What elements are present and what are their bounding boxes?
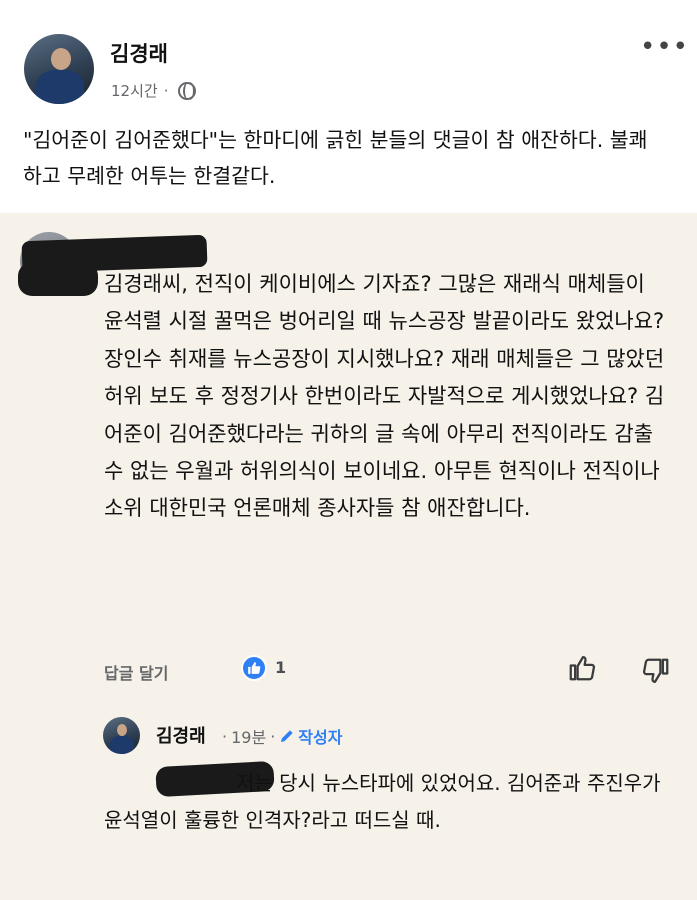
thumbs-down-icon[interactable] [641, 656, 671, 686]
post-author-name[interactable]: 김경래 [110, 38, 168, 68]
reply-text: 저는 당시 뉴스타파에 있었어요. 김어준과 주진우가 윤석열이 훌륭한 인격자… [104, 771, 661, 832]
like-count: 1 [275, 658, 287, 677]
reply-author-name[interactable]: 김경래 [156, 722, 206, 748]
reply-separator-2: · [270, 726, 276, 746]
reply-button[interactable]: 답글 달기 [104, 660, 168, 684]
reply-time[interactable]: 19분 [231, 724, 266, 748]
post-text: "김어준이 김어준했다"는 한마디에 긁힌 분들의 댓글이 참 애잔하다. 불쾌… [23, 128, 648, 188]
post-author-avatar[interactable] [24, 34, 94, 104]
globe-icon [178, 81, 197, 100]
reply-meta: · 19분 · 작성자 [222, 724, 342, 748]
post-meta: 12시간 · [111, 80, 197, 101]
reply-author-avatar[interactable] [103, 717, 140, 754]
meta-separator: · [163, 81, 169, 100]
redacted-commenter-avatar [18, 262, 98, 296]
reply-separator: · [222, 726, 228, 746]
like-reaction-icon[interactable] [241, 655, 267, 681]
author-badge-label: 작성자 [298, 728, 343, 747]
post-card: 김경래 12시간 · ••• "김어준이 김어준했다"는 한마디에 긁힌 분들의… [0, 0, 697, 213]
pencil-icon [281, 730, 293, 742]
thumbs-up-icon[interactable] [567, 653, 597, 683]
author-badge: 작성자 [279, 724, 342, 748]
comment-text: 김경래씨, 전직이 케이비에스 기자죠? 그많은 재래식 매체들이 윤석렬 시절… [104, 272, 665, 521]
post-time[interactable]: 12시간 [111, 80, 158, 101]
more-options-icon[interactable]: ••• [640, 34, 689, 60]
